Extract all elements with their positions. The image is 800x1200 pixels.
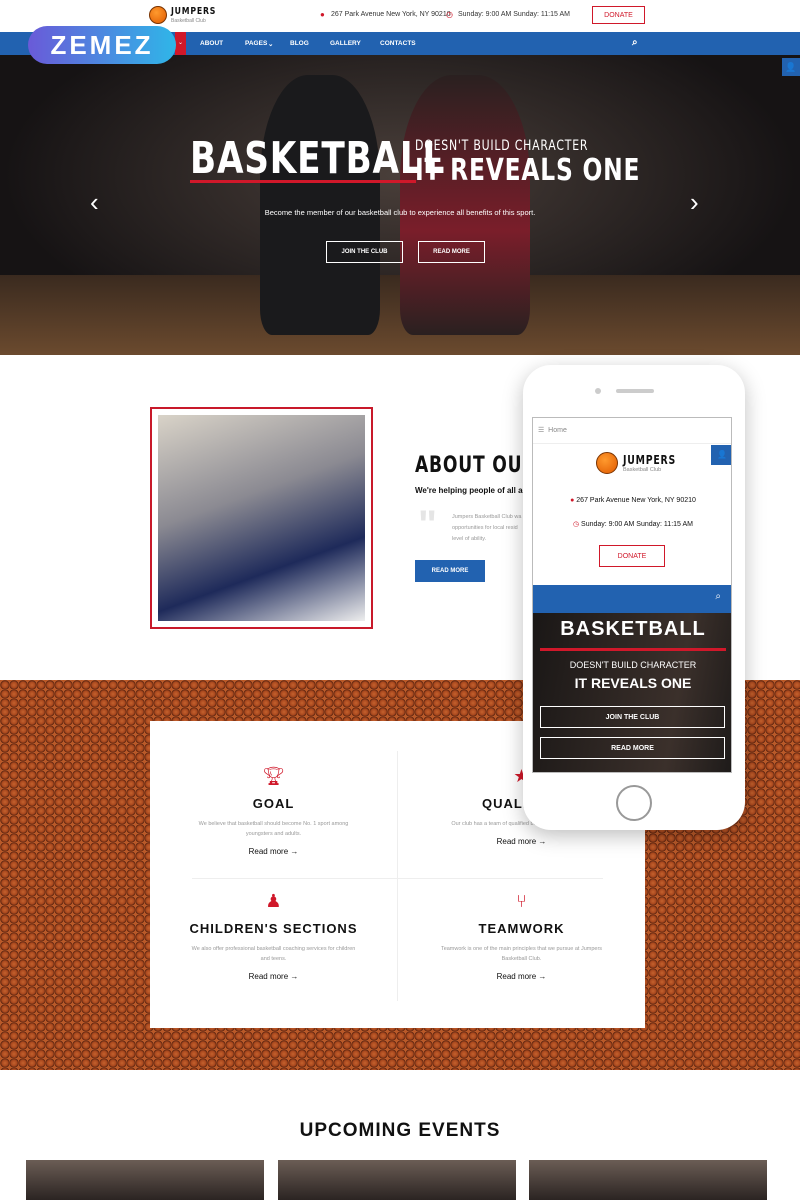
about-subtitle: We're helping people of all ages bbox=[415, 486, 537, 495]
feature-text: We also offer professional basketball co… bbox=[191, 946, 356, 962]
nav-pages[interactable]: PAGES bbox=[245, 40, 267, 47]
mobile-hours: ◷ Sunday: 9:00 AM Sunday: 11:15 AM bbox=[572, 521, 693, 528]
chevron-down-icon[interactable]: ⌄ bbox=[175, 32, 186, 55]
quote-line: opportunities for local resid bbox=[452, 525, 518, 531]
mobile-hero: BASKETBALL DOESN'T BUILD CHARACTER IT RE… bbox=[533, 613, 731, 772]
trophy-icon: 🏆︎ bbox=[262, 766, 285, 786]
event-image[interactable] bbox=[26, 1160, 264, 1200]
about-read-more-button[interactable]: READ MORE bbox=[415, 560, 485, 582]
chevron-down-icon: ⌄ bbox=[268, 41, 274, 48]
brand-tagline: Basketball Club bbox=[171, 18, 206, 24]
feature-goal: 🏆︎ GOAL We believe that basketball shoul… bbox=[150, 766, 397, 856]
nav-about[interactable]: ABOUT bbox=[200, 40, 223, 47]
child-icon: ♟ bbox=[265, 891, 282, 911]
quote-line: level of ability. bbox=[452, 536, 487, 542]
join-club-button[interactable]: JOIN THE CLUB bbox=[326, 241, 403, 263]
quote-icon: " bbox=[418, 503, 437, 547]
mobile-read-more-button[interactable]: READ MORE bbox=[540, 737, 725, 759]
feature-children: ♟ CHILDREN'S SECTIONS We also offer prof… bbox=[150, 891, 397, 981]
search-icon[interactable]: ⌕ bbox=[533, 585, 731, 613]
hero-title: BASKETBALL bbox=[190, 133, 446, 184]
feature-text: We believe that basketball should become… bbox=[198, 821, 349, 837]
read-more-link[interactable]: Read more → bbox=[398, 972, 645, 981]
mobile-breadcrumb[interactable]: ☰ Home bbox=[533, 418, 731, 444]
map-pin-icon: ● bbox=[320, 10, 325, 19]
title-underline bbox=[540, 648, 726, 651]
quote-line: Jumpers Basketball Club wa bbox=[452, 514, 522, 520]
feature-teamwork: ⑂ TEAMWORK Teamwork is one of the main p… bbox=[398, 891, 645, 981]
read-more-link[interactable]: Read more → bbox=[398, 837, 645, 846]
mobile-join-button[interactable]: JOIN THE CLUB bbox=[540, 706, 725, 728]
event-image[interactable] bbox=[278, 1160, 516, 1200]
phone-home-button bbox=[616, 785, 652, 821]
mobile-hero-title: BASKETBALL bbox=[560, 618, 706, 640]
clock-icon: ◷ bbox=[572, 521, 580, 528]
mobile-address: ● 267 Park Avenue New York, NY 90210 bbox=[570, 497, 696, 504]
brand-name[interactable]: JUMPERS bbox=[171, 6, 216, 17]
chevron-right-icon[interactable]: › bbox=[690, 187, 699, 218]
address: 267 Park Avenue New York, NY 90210 bbox=[331, 11, 451, 18]
hero-line2: IT REVEALS ONE bbox=[415, 153, 641, 188]
search-icon[interactable]: ⌕ bbox=[632, 37, 638, 48]
clock-icon: ◷ bbox=[446, 10, 453, 19]
feature-title: TEAMWORK bbox=[478, 921, 565, 936]
about-photo bbox=[150, 407, 373, 629]
event-image[interactable] bbox=[529, 1160, 767, 1200]
mobile-hero-line2: IT REVEALS ONE bbox=[574, 675, 692, 691]
basketball-logo-icon bbox=[149, 6, 167, 24]
hero-line1: DOESN'T BUILD CHARACTER bbox=[415, 138, 589, 154]
map-pin-icon: ● bbox=[570, 497, 575, 504]
user-icon[interactable]: 👤 bbox=[711, 445, 731, 465]
zemez-watermark: ZEMEZ bbox=[28, 26, 176, 64]
feature-title: CHILDREN'S SECTIONS bbox=[189, 921, 358, 936]
read-more-link[interactable]: Read more → bbox=[150, 972, 397, 981]
hero-text: Become the member of our basketball club… bbox=[264, 208, 536, 217]
nav-contacts[interactable]: CONTACTS bbox=[380, 40, 416, 47]
mobile-brand-tagline: Basketball Club bbox=[623, 467, 662, 473]
feature-title: GOAL bbox=[252, 796, 295, 811]
phone-screen: ☰ Home 👤 JUMPERS Basketball Club ● 267 P… bbox=[532, 417, 732, 773]
events-title: UPCOMING EVENTS bbox=[299, 1120, 501, 1141]
donate-button[interactable]: DONATE bbox=[592, 6, 645, 24]
title-underline bbox=[190, 180, 416, 183]
hero-slider: BASKETBALL DOESN'T BUILD CHARACTER IT RE… bbox=[0, 55, 800, 355]
git-branch-icon: ⑂ bbox=[516, 891, 527, 911]
mobile-donate-button[interactable]: DONATE bbox=[599, 545, 665, 567]
phone-speaker bbox=[616, 389, 654, 393]
nav-blog[interactable]: BLOG bbox=[290, 40, 309, 47]
read-more-button[interactable]: READ MORE bbox=[418, 241, 485, 263]
mobile-brand-name: JUMPERS bbox=[623, 453, 677, 467]
about-quote: Jumpers Basketball Club wa opportunities… bbox=[452, 512, 521, 545]
chevron-left-icon[interactable]: ‹ bbox=[90, 187, 99, 218]
phone-camera bbox=[595, 388, 601, 394]
player-image bbox=[400, 75, 530, 335]
player-image bbox=[260, 75, 380, 335]
hours: Sunday: 9:00 AM Sunday: 11:15 AM bbox=[458, 11, 570, 18]
feature-text: Teamwork is one of the main principles t… bbox=[440, 946, 603, 962]
read-more-link[interactable]: Read more → bbox=[150, 847, 397, 856]
mobile-hero-line1: DOESN'T BUILD CHARACTER bbox=[569, 660, 697, 670]
nav-gallery[interactable]: GALLERY bbox=[330, 40, 361, 47]
basketball-logo-icon bbox=[596, 452, 618, 474]
user-icon[interactable]: 👤 bbox=[782, 58, 800, 76]
divider bbox=[192, 878, 603, 879]
